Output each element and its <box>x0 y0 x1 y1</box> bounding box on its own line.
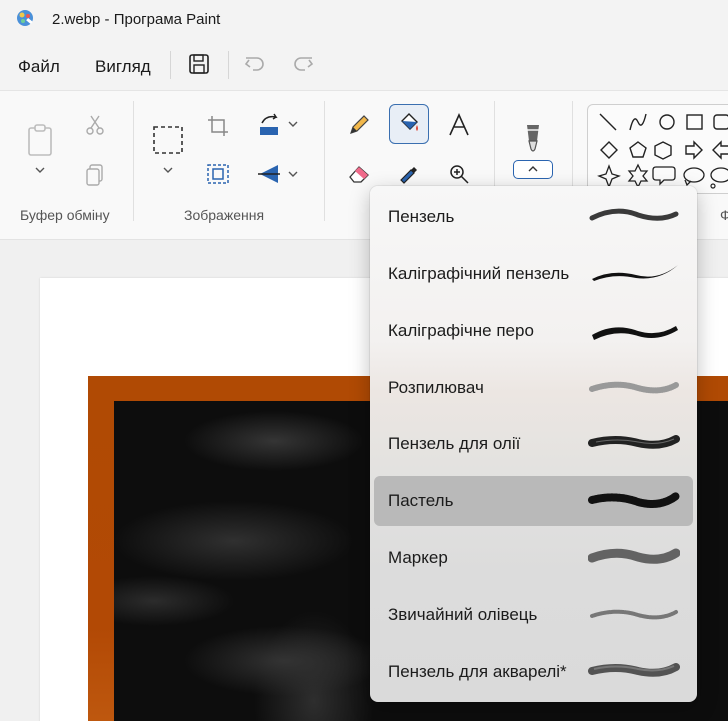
group-separator <box>133 101 134 221</box>
text-icon[interactable] <box>448 113 470 137</box>
brush-stroke-preview <box>592 265 678 281</box>
rounded-rectangle-shape-icon[interactable] <box>713 114 728 130</box>
brush-item-calligraphy-brush[interactable]: Каліграфічний пензель <box>374 249 693 299</box>
brush-stroke-preview <box>589 208 679 221</box>
menu-file[interactable]: Файл <box>18 57 60 77</box>
group-label-image: Зображення <box>184 207 265 223</box>
undo-icon[interactable] <box>241 50 269 78</box>
brush-item-oil-brush[interactable]: Пензель для олії <box>374 419 693 469</box>
brush-item-label: Пензель для олії <box>388 434 521 453</box>
crop-icon[interactable] <box>207 115 229 137</box>
eraser-icon[interactable] <box>347 163 371 185</box>
brush-item-label: Пастель <box>388 491 454 510</box>
paint-app-icon <box>17 10 33 26</box>
paste-icon[interactable] <box>24 123 56 157</box>
brush-item-label: Пензель для акварелі* <box>388 662 567 681</box>
save-icon[interactable] <box>185 50 213 78</box>
window-title: 2.webp - Програма Paint <box>52 11 221 28</box>
brush-stroke-preview <box>588 435 680 449</box>
oval-shape-icon[interactable] <box>659 114 675 130</box>
brush-item-label: Розпилювач <box>388 378 484 397</box>
brushes-dropdown-button[interactable] <box>513 160 553 179</box>
menu-separator <box>228 51 229 79</box>
chevron-up-icon <box>528 166 538 172</box>
redo-icon[interactable] <box>289 50 317 78</box>
diamond-shape-icon[interactable] <box>600 141 618 159</box>
group-label-clipboard: Буфер обміну <box>20 207 110 223</box>
cloud-callout-shape-icon[interactable] <box>710 167 728 189</box>
chevron-down-icon[interactable] <box>287 119 299 129</box>
brush-item-brush[interactable]: Пензель <box>374 192 693 242</box>
rectangle-shape-icon[interactable] <box>686 114 703 130</box>
brush-stroke-preview <box>590 609 678 620</box>
right-arrow-shape-icon[interactable] <box>685 140 703 160</box>
cut-icon[interactable] <box>83 113 107 137</box>
color-picker-icon[interactable] <box>397 163 421 187</box>
six-point-star-shape-icon[interactable] <box>627 163 649 189</box>
rotate-icon[interactable] <box>256 113 282 137</box>
fill-bucket-icon[interactable] <box>397 112 421 136</box>
brush-item-calligraphy-pen[interactable]: Каліграфічне перо <box>374 306 693 356</box>
curve-shape-icon[interactable] <box>629 113 647 131</box>
brush-stroke-preview <box>592 326 678 340</box>
brush-stroke-preview <box>588 492 680 508</box>
brush-item-label: Звичайний олівець <box>388 605 538 624</box>
shapes-gallery <box>587 104 728 194</box>
chevron-down-icon[interactable] <box>287 169 299 179</box>
group-separator <box>324 101 325 221</box>
select-icon[interactable] <box>152 125 184 155</box>
copy-icon[interactable] <box>85 163 105 187</box>
brush-item-label: Пензель <box>388 207 455 226</box>
left-arrow-shape-icon[interactable] <box>712 140 728 160</box>
rounded-callout-shape-icon[interactable] <box>652 166 676 186</box>
title-bar: 2.webp - Програма Paint <box>0 0 728 40</box>
brush-item-natural-pencil[interactable]: Звичайний олівець <box>374 590 693 640</box>
brush-stroke-preview <box>589 381 679 394</box>
oval-callout-shape-icon[interactable] <box>683 167 705 187</box>
menu-separator <box>170 51 171 79</box>
pentagon-shape-icon[interactable] <box>629 141 647 158</box>
pencil-icon[interactable] <box>347 113 371 137</box>
brush-item-label: Каліграфічне перо <box>388 321 534 340</box>
brush-stroke-preview <box>588 663 680 677</box>
magnifier-icon[interactable] <box>448 163 470 185</box>
line-shape-icon[interactable] <box>599 113 617 131</box>
chevron-down-icon[interactable] <box>34 165 46 175</box>
chevron-down-icon[interactable] <box>162 165 174 175</box>
brush-item-label: Каліграфічний пензель <box>388 264 570 283</box>
brush-item-marker[interactable]: Маркер <box>374 533 693 583</box>
menu-view[interactable]: Вигляд <box>95 57 151 77</box>
brush-item-crayon[interactable]: Пастель <box>374 476 693 526</box>
resize-icon[interactable] <box>206 163 230 185</box>
hexagon-shape-icon[interactable] <box>654 141 672 160</box>
group-label-shapes-clipped: Ф <box>720 207 728 223</box>
flip-icon[interactable] <box>256 163 282 185</box>
brush-item-airbrush[interactable]: Розпилювач <box>374 363 693 413</box>
brush-stroke-preview <box>588 548 680 564</box>
four-point-star-shape-icon[interactable] <box>597 164 621 189</box>
brushes-icon[interactable] <box>520 121 546 155</box>
brush-item-label: Маркер <box>388 548 448 567</box>
brushes-flyout-menu: Пензель Каліграфічний пензель Каліграфіч… <box>370 186 697 702</box>
brush-item-watercolor-brush[interactable]: Пензель для акварелі* <box>374 647 693 697</box>
